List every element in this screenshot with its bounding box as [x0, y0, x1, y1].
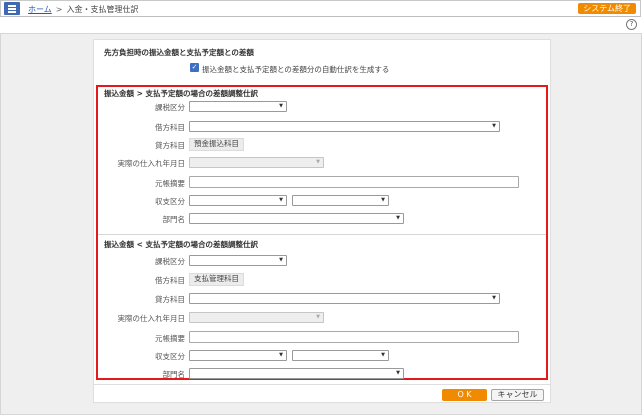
dropdown-arrow-icon: ▼ [492, 123, 496, 129]
cancel-button[interactable]: キャンセル [491, 389, 544, 401]
dropdown-arrow-icon: ▼ [279, 103, 283, 109]
section2-income-select-1[interactable]: ▼ [189, 350, 287, 361]
section1-income-select-2[interactable]: ▼ [292, 195, 389, 206]
section1-tax-label: 課税区分 [155, 103, 185, 112]
section1-credit-label: 貸方科目 [155, 141, 185, 150]
dropdown-arrow-icon: ▼ [279, 197, 283, 203]
dropdown-arrow-icon: ▼ [492, 295, 496, 301]
dropdown-arrow-icon: ▼ [381, 197, 385, 203]
breadcrumb: ホーム > 入金・支払管理仕訳 [28, 4, 138, 15]
system-end-button[interactable]: システム終了 [578, 3, 636, 14]
section2-memo-label: 元帳摘要 [155, 334, 185, 343]
dropdown-arrow-icon: ▼ [316, 314, 320, 320]
auto-journal-label: 振込金額と支払予定額との差額分の自動仕訳を生成する [202, 65, 390, 74]
section1-date-label: 実際の仕入れ年月日 [117, 159, 186, 168]
section1-memo-input[interactable] [189, 176, 519, 188]
section2-tax-label: 課税区分 [155, 257, 185, 266]
section1-dept-label: 部門名 [162, 215, 186, 224]
section2-dept-label: 部門名 [162, 370, 186, 379]
section2-title: 振込金額 < 支払予定額の場合の差額調整仕訳 [104, 240, 259, 249]
section1-debit-label: 借方科目 [155, 123, 185, 132]
dropdown-arrow-icon: ▼ [316, 159, 320, 165]
section-divider [98, 234, 546, 235]
settings-title: 先方負担時の振込金額と支払予定額との差額 [104, 48, 254, 57]
section1-memo-label: 元帳摘要 [155, 179, 185, 188]
section1-dept-select[interactable]: ▼ [189, 213, 404, 224]
section1-date-select: ▼ [189, 157, 324, 168]
section1-debit-select[interactable]: ▼ [189, 121, 500, 132]
section2-memo-input[interactable] [189, 331, 519, 343]
section2-debit-value: 支払管理科目 [189, 273, 244, 286]
section2-dept-select[interactable]: ▼ [189, 368, 404, 379]
breadcrumb-current: 入金・支払管理仕訳 [66, 5, 139, 14]
menu-icon[interactable] [4, 2, 20, 15]
dropdown-arrow-icon: ▼ [279, 257, 283, 263]
dropdown-arrow-icon: ▼ [396, 215, 400, 221]
section1-income-select-1[interactable]: ▼ [189, 195, 287, 206]
section2-date-label: 実際の仕入れ年月日 [117, 314, 186, 323]
section1-credit-value: 預金振込科目 [189, 138, 244, 151]
section2-income-label: 収支区分 [155, 352, 185, 361]
section2-debit-label: 借方科目 [155, 276, 185, 285]
section1-income-label: 収支区分 [155, 197, 185, 206]
dropdown-arrow-icon: ▼ [279, 352, 283, 358]
footer-divider [93, 384, 551, 385]
ok-button[interactable]: O K [442, 389, 487, 401]
section1-title: 振込金額 > 支払予定額の場合の差額調整仕訳 [104, 89, 259, 98]
section2-income-select-2[interactable]: ▼ [292, 350, 389, 361]
breadcrumb-home-link[interactable]: ホーム [28, 5, 52, 14]
check-icon: ✓ [191, 63, 198, 71]
section2-credit-select[interactable]: ▼ [189, 293, 500, 304]
auto-journal-checkbox[interactable]: ✓ [190, 63, 199, 72]
section1-tax-select[interactable]: ▼ [189, 101, 287, 112]
help-icon[interactable]: ? [626, 19, 637, 30]
section2-date-select: ▼ [189, 312, 324, 323]
section2-credit-label: 貸方科目 [155, 295, 185, 304]
top-bar: ホーム > 入金・支払管理仕訳 システム終了 [0, 0, 641, 17]
dropdown-arrow-icon: ▼ [381, 352, 385, 358]
breadcrumb-separator: > [55, 5, 63, 14]
dropdown-arrow-icon: ▼ [396, 370, 400, 376]
section2-tax-select[interactable]: ▼ [189, 255, 287, 266]
